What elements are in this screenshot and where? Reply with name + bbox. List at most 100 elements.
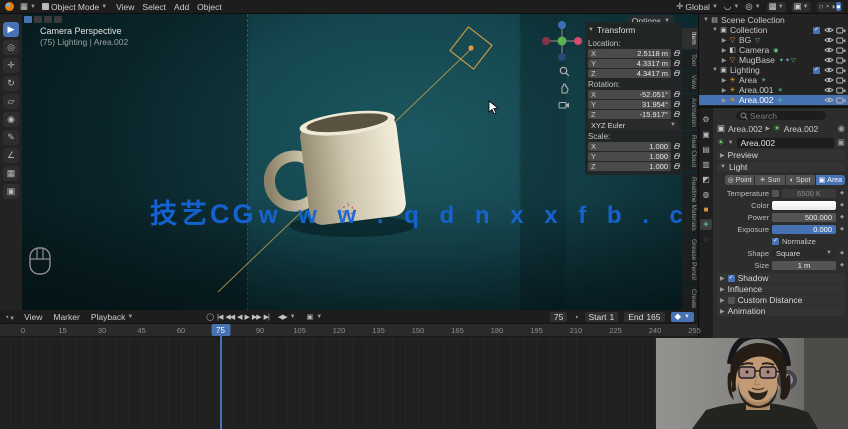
lock-icon[interactable] <box>674 162 680 169</box>
expand-arrow[interactable]: ▼ <box>711 27 719 33</box>
expand-arrow[interactable]: ▼ <box>711 67 719 73</box>
transform-panel-header[interactable]: ▼ Transform <box>588 24 679 37</box>
rotation-z-field[interactable]: Z -15.917° <box>588 110 671 119</box>
rotation-mode-dropdown[interactable]: XYZ Euler ▼ <box>588 120 679 130</box>
axis-x-pos[interactable] <box>574 37 582 45</box>
outliner-row-collection[interactable]: ▼ ▣ Collection ✓ <box>699 25 848 35</box>
scale-z-field[interactable]: Z 1.000 <box>588 162 671 171</box>
outliner-row-lighting[interactable]: ▼ ▣ Lighting ✓ <box>699 65 848 75</box>
preview-panel-header[interactable]: ▶ Preview <box>717 150 845 160</box>
sidebar-tab-view[interactable]: View <box>682 70 698 93</box>
subpanel-influence[interactable]: ▶ Influence <box>717 284 845 294</box>
axis-x-neg[interactable] <box>542 37 550 45</box>
light-panel-header[interactable]: ▼ Light <box>717 162 845 172</box>
rotation-x-field[interactable]: X -52.051° <box>588 90 671 99</box>
lock-icon[interactable] <box>674 69 680 76</box>
timeline-tracks[interactable] <box>0 337 698 428</box>
prev-keyframe-button[interactable]: ◀◀ <box>225 313 235 321</box>
properties-tab-view-layer[interactable]: ▥ <box>700 159 712 170</box>
camera-toggle-icon[interactable] <box>836 46 846 54</box>
menu-view[interactable]: View <box>113 2 137 12</box>
fake-user-icon[interactable]: ▣ <box>837 137 845 148</box>
shading-material-preview[interactable]: ◑ <box>830 2 835 11</box>
blender-logo-icon[interactable] <box>5 2 14 11</box>
timeline-menu-view[interactable]: View <box>21 312 45 322</box>
eye-icon[interactable] <box>824 46 834 54</box>
properties-search-input[interactable]: Search <box>736 111 826 121</box>
camera-toggle-icon[interactable] <box>836 56 846 64</box>
tool-select-box[interactable]: ▶ <box>3 22 19 37</box>
subpanel-animation[interactable]: ▶ Animation <box>717 306 845 316</box>
tool-annotate[interactable]: ✎ <box>3 130 19 145</box>
current-frame-field[interactable]: 75 <box>549 311 568 322</box>
sidebar-tab-animation[interactable]: Animation <box>682 93 698 131</box>
datablock-name-field[interactable]: Area.002 <box>736 137 834 148</box>
tool-move[interactable]: ✛ <box>3 58 19 73</box>
location-y-field[interactable]: Y 4.3317 m <box>588 59 671 68</box>
timeline-ruler[interactable]: 0 15 30 45 60 75 90 105 120 135 150 165 180 195 210 225… <box>0 324 701 337</box>
play-button[interactable]: ▶ <box>245 313 250 321</box>
location-x-field[interactable]: X 2.5118 m <box>588 49 671 58</box>
sidebar-tab-real-cloud[interactable]: Real Cloud <box>682 131 698 172</box>
shading-wireframe[interactable]: ○ <box>819 2 824 11</box>
expand-arrow[interactable]: ▶ <box>720 97 728 104</box>
sidebar-tab-create[interactable]: Create <box>682 285 698 310</box>
lock-icon[interactable] <box>674 59 680 66</box>
exposure-field[interactable]: 0.000 <box>772 224 836 234</box>
breadcrumb-object[interactable]: Area.002 <box>728 124 763 134</box>
sidebar-tab-realtime-materials[interactable]: Realtime Materials <box>682 172 698 235</box>
color-swatch[interactable] <box>772 200 836 210</box>
lock-icon[interactable] <box>674 100 680 107</box>
tool-duplicate[interactable]: ▣ <box>3 184 19 199</box>
outliner-row-area[interactable]: ▶ ☀ Area ☀ <box>699 75 848 85</box>
sidebar-tab-grease-pencil[interactable]: Grease Pencil <box>682 235 698 285</box>
rotation-y-field[interactable]: Y 31.954° <box>588 100 671 109</box>
start-frame-field[interactable]: Start 1 <box>584 311 619 322</box>
light-type-sun[interactable]: ☀ Sun <box>755 175 785 185</box>
mode-select[interactable]: Object Mode ▼ <box>41 2 107 12</box>
light-type-point[interactable]: ◎ Point <box>725 175 755 185</box>
tool-measure[interactable]: ∠ <box>3 148 19 163</box>
snap-toggle[interactable]: ◡ ▼ <box>724 1 739 12</box>
properties-tab-light-data[interactable]: ☀ <box>700 219 712 230</box>
eye-icon[interactable] <box>824 66 834 74</box>
subpanel-custom-distance[interactable]: ▶ Custom Distance <box>717 295 845 305</box>
power-field[interactable]: 500.000 <box>772 212 836 222</box>
collection-checkbox[interactable]: ✓ <box>813 26 820 34</box>
outliner-row-camera[interactable]: ▶ ◧ Camera ◉ <box>699 45 848 55</box>
properties-tab-world[interactable]: ◍ <box>700 189 712 200</box>
keyframe-insert-button[interactable]: ◆ ▼ <box>670 311 694 322</box>
sidebar-tab-item[interactable]: Item <box>682 28 698 49</box>
lock-icon[interactable] <box>674 90 680 97</box>
size-field[interactable]: 1 m <box>772 260 836 270</box>
eye-icon[interactable] <box>824 96 834 104</box>
shading-rendered[interactable]: ● <box>836 2 841 11</box>
keying-set-button[interactable]: ▣ <box>307 313 314 321</box>
outliner-row-area-002[interactable]: ▶ ☀ Area.002 ☀ <box>699 95 848 105</box>
tool-scale[interactable]: ▱ <box>3 94 19 109</box>
axis-y[interactable] <box>557 36 567 46</box>
breadcrumb-data[interactable]: Area.002 <box>784 124 819 134</box>
outliner-row-mugbase[interactable]: ▶ ▽ MugBase ✦ ✦ ▽ <box>699 55 848 65</box>
pin-icon[interactable]: ◉ <box>838 123 845 134</box>
properties-tab-scene[interactable]: ◩ <box>700 174 712 185</box>
light-type-spot[interactable]: ◐ Spot <box>785 175 815 185</box>
tool-transform[interactable]: ◉ <box>3 112 19 127</box>
transform-orientation-select[interactable]: ✛ Global ▼ <box>676 1 718 12</box>
temperature-field[interactable]: 6500 K <box>782 188 836 198</box>
jump-end-button[interactable]: ▶| <box>264 313 270 321</box>
menu-object[interactable]: Object <box>194 2 225 12</box>
subpanel-shadow[interactable]: ▶ ✓ Shadow <box>717 273 845 283</box>
camera-toggle-icon[interactable] <box>836 86 846 94</box>
viewport-3d[interactable]: Camera Perspective (75) Lighting | Area.… <box>22 14 698 310</box>
navigation-gizmo[interactable] <box>541 20 583 62</box>
expand-arrow[interactable]: ▶ <box>720 87 728 94</box>
outliner-row-scene collection[interactable]: ▼ ▤ Scene Collection <box>699 15 848 25</box>
collection-checkbox[interactable]: ✓ <box>813 66 820 74</box>
eye-icon[interactable] <box>824 76 834 84</box>
expand-arrow[interactable]: ▶ <box>720 57 728 64</box>
camera-view-icon[interactable] <box>558 100 570 110</box>
properties-tab-tool[interactable]: ⚙ <box>700 114 712 125</box>
lock-icon[interactable] <box>674 142 680 149</box>
menu-add[interactable]: Add <box>171 2 192 12</box>
